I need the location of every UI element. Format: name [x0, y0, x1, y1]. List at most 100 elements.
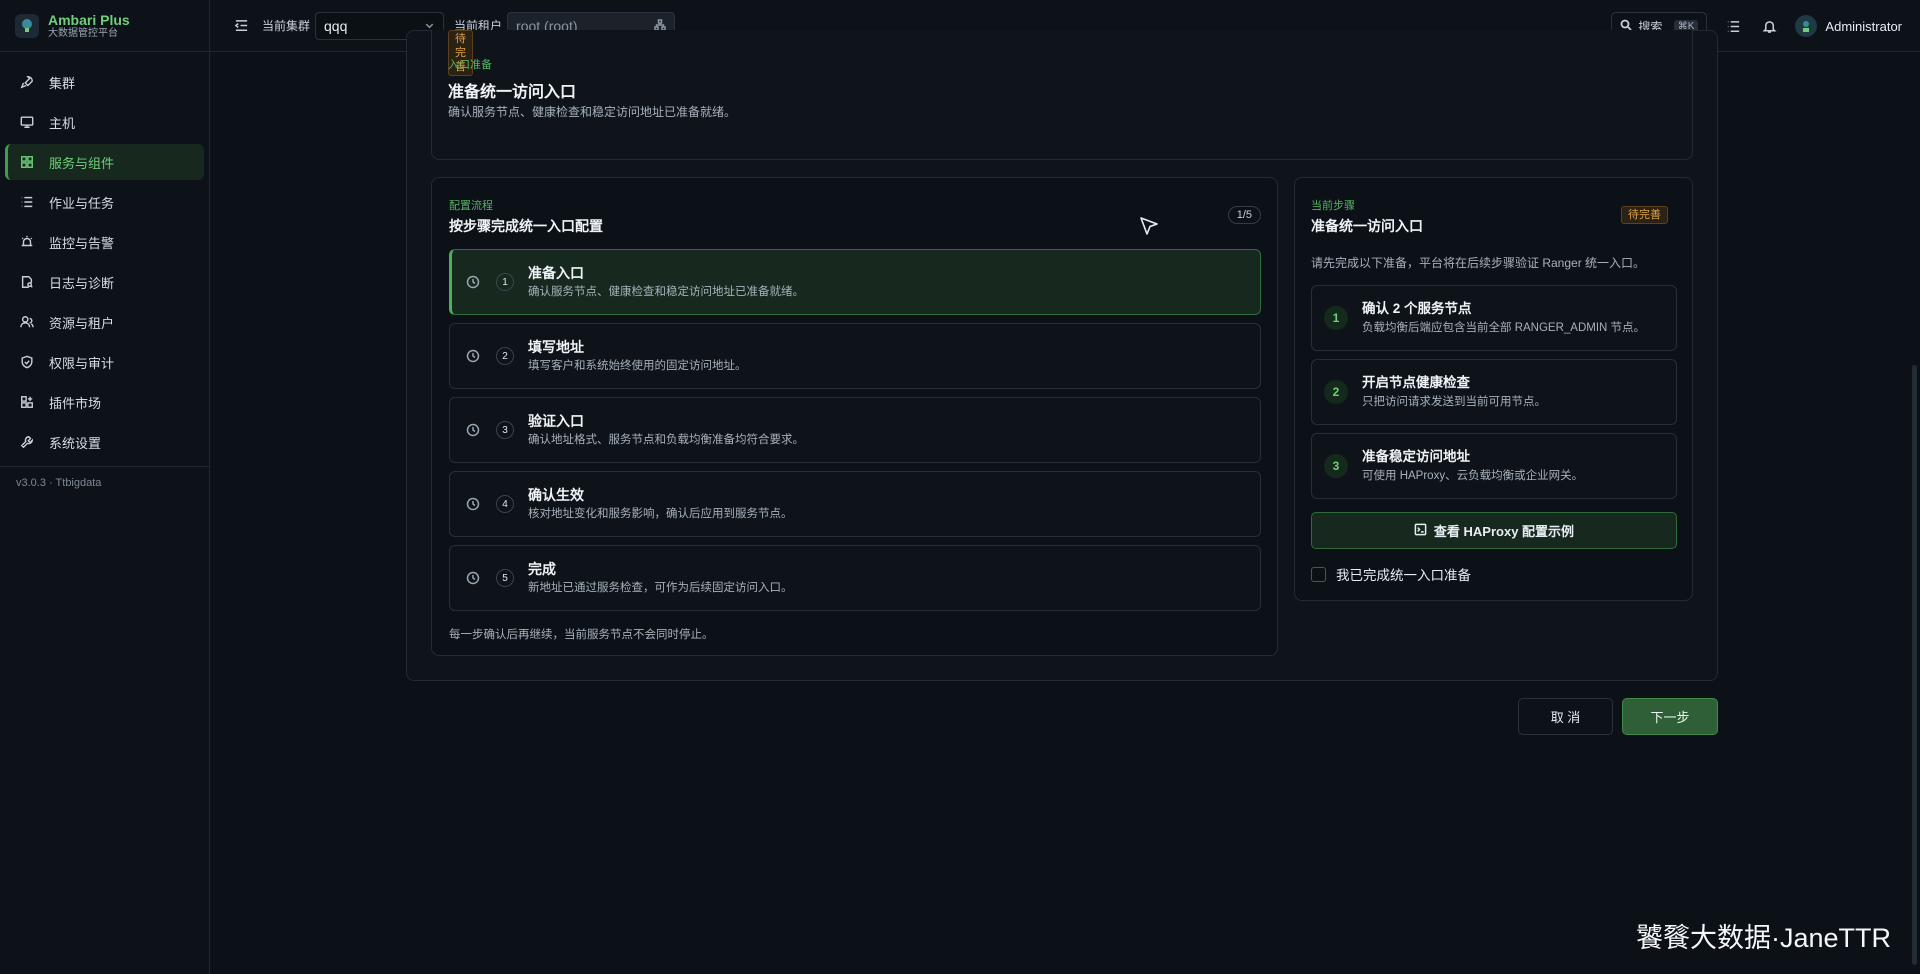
sidebar-item-audit[interactable]: 权限与审计	[5, 344, 204, 380]
user-menu[interactable]: Administrator	[1795, 15, 1902, 37]
list-icon	[19, 194, 35, 210]
prep-number: 1	[1324, 306, 1348, 330]
prep-number: 3	[1324, 454, 1348, 478]
intro-eyebrow: 入口准备	[448, 59, 492, 71]
current-intro: 请先完成以下准备，平台将在后续步骤验证 Ranger 统一入口。	[1311, 256, 1646, 270]
shield-icon	[19, 354, 35, 370]
scrollbar[interactable]	[1912, 365, 1917, 965]
haproxy-example-button[interactable]: 查看 HAProxy 配置示例	[1311, 512, 1677, 549]
step-desc: 确认地址格式、服务节点和负载均衡准备均符合要求。	[528, 434, 804, 446]
current-title: 准备统一访问入口	[1311, 218, 1423, 234]
flow-title: 按步骤完成统一入口配置	[449, 218, 603, 234]
confirm-prep-label: 我已完成统一入口准备	[1336, 568, 1471, 583]
step-number: 1	[496, 273, 514, 291]
sidebar-item-label: 插件市场	[49, 395, 102, 411]
confirm-prep-checkbox[interactable]: 我已完成统一入口准备	[1311, 564, 1471, 584]
brand[interactable]: Ambari Plus 大数据管控平台	[0, 0, 209, 52]
step-title: 填写地址	[528, 339, 584, 355]
app-subtitle: 大数据管控平台	[48, 27, 118, 39]
clock-icon	[466, 423, 480, 437]
step-number: 5	[496, 569, 514, 587]
app-name: Ambari Plus	[48, 11, 130, 28]
monitor-icon	[19, 114, 35, 130]
task-list-icon[interactable]	[1723, 16, 1743, 36]
prep-item: 3 准备稳定访问地址 可使用 HAProxy、云负载均衡或企业网关。	[1311, 433, 1677, 499]
prep-title: 准备稳定访问地址	[1362, 449, 1470, 464]
sidebar-item-plugins[interactable]: 插件市场	[5, 384, 204, 420]
puzzle-icon	[19, 394, 35, 410]
sidebar-nav: 集群 主机 服务与组件 作业与任务 监控与告警 日志与诊断 资源与租户 权限与审…	[0, 52, 209, 499]
users-icon	[19, 314, 35, 330]
prep-number: 2	[1324, 380, 1348, 404]
sidebar-item-services[interactable]: 服务与组件	[5, 144, 204, 180]
wrench-icon	[19, 434, 35, 450]
terminal-icon	[1414, 523, 1434, 539]
step-title: 完成	[528, 561, 556, 577]
grid-icon	[19, 154, 35, 170]
prep-item: 2 开启节点健康检查 只把访问请求发送到当前可用节点。	[1311, 359, 1677, 425]
step-item[interactable]: 4 确认生效 核对地址变化和服务影响，确认后应用到服务节点。	[449, 471, 1261, 537]
clock-icon	[466, 497, 480, 511]
intro-card: 待完善 入口准备 准备统一访问入口 确认服务节点、健康检查和稳定访问地址已准备就…	[431, 30, 1693, 160]
flow-footer-note: 每一步确认后再继续，当前服务节点不会同时停止。	[449, 629, 714, 641]
checkbox[interactable]	[1311, 566, 1326, 582]
sidebar-item-label: 作业与任务	[49, 195, 115, 211]
sidebar-item-label: 权限与审计	[49, 355, 115, 371]
step-item[interactable]: 2 填写地址 填写客户和系统始终使用的固定访问地址。	[449, 323, 1261, 389]
clock-icon	[466, 275, 480, 289]
sidebar-item-label: 集群	[49, 75, 76, 91]
step-item[interactable]: 1 准备入口 确认服务节点、健康检查和稳定访问地址已准备就绪。	[449, 249, 1261, 315]
prep-title: 开启节点健康检查	[1362, 375, 1470, 390]
sidebar-item-label: 系统设置	[49, 435, 102, 451]
haproxy-example-label: 查看 HAProxy 配置示例	[1433, 524, 1575, 539]
avatar	[1795, 15, 1818, 37]
menu-collapse-icon[interactable]	[232, 17, 250, 35]
sidebar-item-tenants[interactable]: 资源与租户	[5, 304, 204, 340]
intro-title: 准备统一访问入口	[448, 84, 577, 101]
sidebar-item-label: 服务与组件	[49, 155, 115, 171]
mouse-cursor-icon	[1138, 215, 1160, 237]
step-desc: 核对地址变化和服务影响，确认后应用到服务节点。	[528, 508, 793, 520]
sidebar: Ambari Plus 大数据管控平台 集群 主机 服务与组件 作业与任务 监控…	[0, 0, 210, 974]
step-item[interactable]: 3 验证入口 确认地址格式、服务节点和负载均衡准备均符合要求。	[449, 397, 1261, 463]
sidebar-item-alerts[interactable]: 监控与告警	[5, 224, 204, 260]
step-counter: 1/5	[1227, 206, 1261, 224]
prep-desc: 可使用 HAProxy、云负载均衡或企业网关。	[1362, 470, 1584, 482]
step-title: 确认生效	[528, 487, 584, 503]
rocket-icon	[19, 74, 35, 90]
clock-icon	[466, 349, 480, 363]
watermark-text: 饕餮大数据·JaneTTR	[1636, 923, 1892, 953]
prep-desc: 只把访问请求发送到当前可用节点。	[1362, 396, 1546, 408]
status-badge: 待完善	[1621, 206, 1668, 224]
user-name: Administrator	[1825, 18, 1902, 34]
cluster-label: 当前集群	[262, 19, 311, 33]
current-eyebrow: 当前步骤	[1311, 200, 1355, 212]
alarm-icon	[19, 234, 35, 250]
step-number: 2	[496, 347, 514, 365]
step-desc: 填写客户和系统始终使用的固定访问地址。	[528, 360, 747, 372]
app-version: v3.0.3 · Ttbigdata	[16, 477, 102, 489]
step-number: 4	[496, 495, 514, 513]
flow-card: 配置流程 按步骤完成统一入口配置 1/5 1 准备入口 确认服务节点、健康检查和…	[431, 177, 1278, 656]
flow-eyebrow: 配置流程	[449, 200, 493, 212]
sidebar-item-cluster[interactable]: 集群	[5, 64, 204, 100]
step-number: 3	[496, 421, 514, 439]
sidebar-item-label: 资源与租户	[49, 315, 115, 331]
file-search-icon	[19, 274, 35, 290]
next-button[interactable]: 下一步	[1622, 698, 1718, 735]
cancel-button[interactable]: 取 消	[1518, 698, 1613, 735]
step-desc: 确认服务节点、健康检查和稳定访问地址已准备就绪。	[528, 286, 804, 298]
sidebar-item-host[interactable]: 主机	[5, 104, 204, 140]
sidebar-item-jobs[interactable]: 作业与任务	[5, 184, 204, 220]
step-title: 准备入口	[528, 265, 584, 281]
prep-item: 1 确认 2 个服务节点 负载均衡后端应包含当前全部 RANGER_ADMIN …	[1311, 285, 1677, 351]
sidebar-item-label: 日志与诊断	[49, 275, 115, 291]
sidebar-item-logs[interactable]: 日志与诊断	[5, 264, 204, 300]
step-item[interactable]: 5 完成 新地址已通过服务检查，可作为后续固定访问入口。	[449, 545, 1261, 611]
step-desc: 新地址已通过服务检查，可作为后续固定访问入口。	[528, 582, 793, 594]
bell-icon[interactable]	[1759, 16, 1779, 36]
current-step-card: 当前步骤 准备统一访问入口 待完善 请先完成以下准备，平台将在后续步骤验证 Ra…	[1294, 177, 1693, 601]
sidebar-item-label: 监控与告警	[49, 235, 115, 251]
intro-desc: 确认服务节点、健康检查和稳定访问地址已准备就绪。	[448, 105, 737, 119]
sidebar-item-settings[interactable]: 系统设置	[5, 424, 204, 460]
